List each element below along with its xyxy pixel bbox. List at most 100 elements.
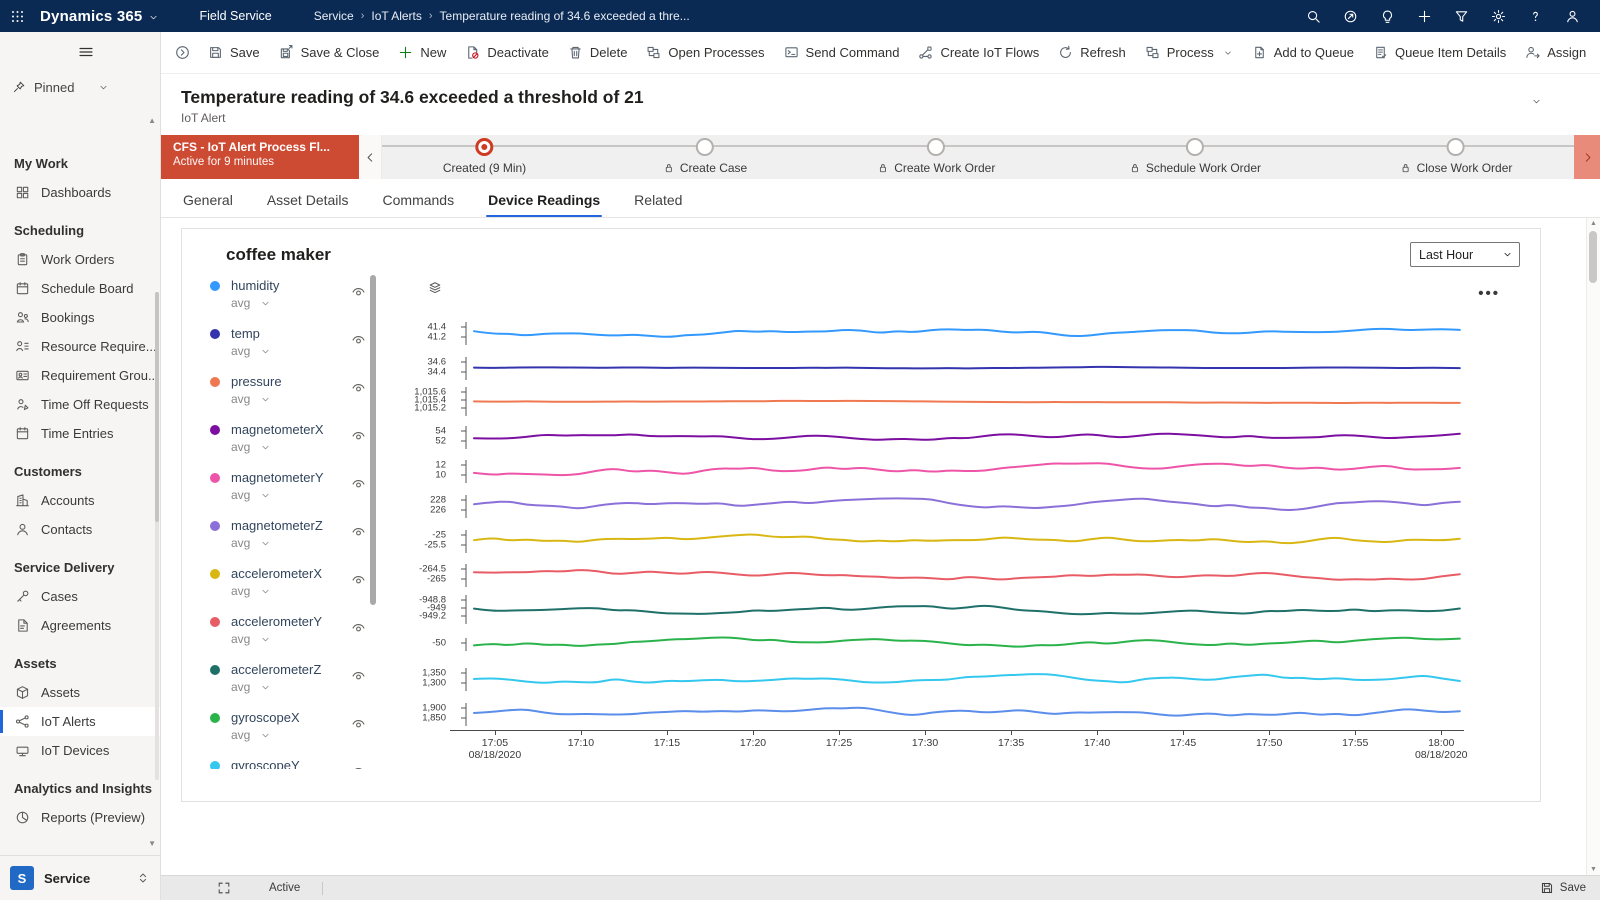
bpf-active-stage-box[interactable]: CFS - IoT Alert Process Fl... Active for… — [161, 135, 359, 179]
sidebar-pinned-row[interactable]: Pinned — [0, 72, 160, 102]
plus-icon[interactable] — [1410, 2, 1438, 30]
eye-visibility-icon[interactable] — [351, 284, 366, 299]
send-command-button[interactable]: Send Command — [775, 39, 909, 66]
app-caret-icon[interactable] — [148, 12, 159, 23]
app-launcher-waffle-icon[interactable] — [0, 0, 34, 32]
sidebar-item-cases[interactable]: Cases — [0, 582, 160, 611]
sensor-name[interactable]: gyroscopeY — [231, 757, 366, 769]
eye-visibility-icon[interactable] — [351, 764, 366, 769]
layers-icon[interactable] — [428, 281, 442, 295]
sensor-name[interactable]: pressure — [231, 373, 366, 390]
breadcrumb-item[interactable]: Service — [314, 9, 354, 23]
sensor-name[interactable]: gyroscopeX — [231, 709, 366, 726]
bulb-icon[interactable] — [1373, 2, 1401, 30]
sidebar-item-time-off-requests[interactable]: Time Off Requests — [0, 390, 160, 419]
assign-button[interactable]: Assign — [1516, 39, 1595, 66]
pinned-caret-icon[interactable] — [98, 82, 109, 93]
header-collapse-chevron-icon[interactable] — [1531, 96, 1542, 107]
sidebar-scrollbar-thumb[interactable] — [155, 292, 159, 522]
sidebar-scroll-down-arrow[interactable]: ▼ — [148, 839, 156, 848]
eye-visibility-icon[interactable] — [351, 524, 366, 539]
tab-general[interactable]: General — [181, 184, 235, 217]
gear-icon[interactable] — [1484, 2, 1512, 30]
sensor-aggregation-dropdown[interactable]: avg — [231, 488, 366, 502]
bpf-collapse-chevron[interactable] — [359, 135, 382, 179]
area-switcher[interactable]: S Service — [0, 855, 160, 900]
tab-device-readings[interactable]: Device Readings — [486, 184, 603, 217]
tab-related[interactable]: Related — [632, 184, 684, 217]
bpf-stage-close-work-order[interactable]: Close Work Order — [1400, 135, 1512, 175]
sensor-aggregation-dropdown[interactable]: avg — [231, 344, 366, 358]
bpf-active-stage-marker[interactable] — [475, 138, 494, 156]
page-scrollbar[interactable]: ▲ ▼ — [1586, 218, 1600, 875]
area-switcher-updown-icon[interactable] — [136, 871, 150, 885]
sidebar-item-bookings[interactable]: Bookings — [0, 303, 160, 332]
add-to-queue-button[interactable]: Add to Queue — [1243, 39, 1363, 66]
sensor-name[interactable]: accelerometerX — [231, 565, 366, 582]
eye-visibility-icon[interactable] — [351, 716, 366, 731]
breadcrumb-item[interactable]: IoT Alerts — [371, 9, 421, 23]
breadcrumb-item[interactable]: Temperature reading of 34.6 exceeded a t… — [440, 9, 690, 23]
eye-visibility-icon[interactable] — [351, 620, 366, 635]
tab-commands[interactable]: Commands — [381, 184, 457, 217]
eye-visibility-icon[interactable] — [351, 668, 366, 683]
footer-save-button[interactable]: Save — [1540, 881, 1586, 895]
sensor-aggregation-dropdown[interactable]: avg — [231, 536, 366, 550]
sidebar-item-requirement-grou-[interactable]: Requirement Grou... — [0, 361, 160, 390]
person-icon[interactable] — [1558, 2, 1586, 30]
footer-expand-icon[interactable] — [217, 881, 231, 895]
sidebar-scroll-up-arrow[interactable]: ▲ — [148, 116, 156, 125]
sidebar-item-schedule-board[interactable]: Schedule Board — [0, 274, 160, 303]
sensor-name[interactable]: temp — [231, 325, 366, 342]
sidebar-item-iot-alerts[interactable]: IoT Alerts — [0, 707, 160, 736]
save-close-button[interactable]: Save & Close — [270, 39, 389, 66]
queue-item-details-button[interactable]: Queue Item Details — [1364, 39, 1515, 66]
sidebar-item-time-entries[interactable]: Time Entries — [0, 419, 160, 448]
chart-more-menu[interactable]: ••• — [1478, 285, 1500, 302]
delete-button[interactable]: Delete — [559, 39, 637, 66]
bpf-stage-schedule-work-order[interactable]: Schedule Work Order — [1129, 135, 1261, 175]
create-iot-flows-button[interactable]: Create IoT Flows — [909, 39, 1048, 66]
sidebar-item-resource-require-[interactable]: Resource Require... — [0, 332, 160, 361]
eye-visibility-icon[interactable] — [351, 428, 366, 443]
time-range-select[interactable]: Last Hour — [1410, 242, 1520, 267]
bpf-next-stage-chevron[interactable] — [1574, 135, 1600, 179]
process-button[interactable]: Process — [1136, 39, 1242, 66]
sensor-list-scrollbar-thumb[interactable] — [370, 275, 376, 605]
new-button[interactable]: New — [389, 39, 455, 66]
bpf-stage-marker[interactable] — [1185, 138, 1204, 156]
sidebar-item-contacts[interactable]: Contacts — [0, 515, 160, 544]
sensor-aggregation-dropdown[interactable]: avg — [231, 728, 366, 742]
page-scrollbar-thumb[interactable] — [1589, 231, 1597, 283]
sitemap-hamburger-icon[interactable] — [0, 32, 160, 72]
sidebar-item-accounts[interactable]: Accounts — [0, 486, 160, 515]
sidebar-item-assets[interactable]: Assets — [0, 678, 160, 707]
sensor-name[interactable]: accelerometerZ — [231, 661, 366, 678]
bpf-stage-marker[interactable] — [1446, 138, 1465, 156]
sensor-aggregation-dropdown[interactable]: avg — [231, 584, 366, 598]
deactivate-button[interactable]: Deactivate — [456, 39, 557, 66]
sensor-aggregation-dropdown[interactable]: avg — [231, 632, 366, 646]
search-icon[interactable] — [1299, 2, 1327, 30]
sidebar-item-iot-devices[interactable]: IoT Devices — [0, 736, 160, 765]
sensor-name[interactable]: magnetometerX — [231, 421, 366, 438]
funnel-icon[interactable] — [1447, 2, 1475, 30]
insights-icon[interactable] — [1336, 2, 1364, 30]
commandbar-overflow-button[interactable]: ⋮ — [1596, 40, 1600, 66]
open-processes-button[interactable]: Open Processes — [637, 39, 773, 66]
environment-name[interactable]: Field Service — [199, 9, 271, 23]
commandbar-expand-icon[interactable] — [167, 39, 198, 66]
bpf-stage-create-case[interactable]: Create Case — [663, 135, 747, 175]
save-button[interactable]: Save — [199, 39, 269, 66]
eye-visibility-icon[interactable] — [351, 476, 366, 491]
sidebar-item-dashboards[interactable]: Dashboards — [0, 178, 160, 207]
page-scroll-up-arrow[interactable]: ▲ — [1587, 220, 1600, 227]
refresh-button[interactable]: Refresh — [1049, 39, 1135, 66]
bpf-stage-created-9-min-[interactable]: Created (9 Min) — [443, 135, 526, 175]
tab-asset-details[interactable]: Asset Details — [265, 184, 351, 217]
sensor-name[interactable]: humidity — [231, 277, 366, 294]
help-icon[interactable] — [1521, 2, 1549, 30]
sensor-aggregation-dropdown[interactable]: avg — [231, 680, 366, 694]
page-scroll-down-arrow[interactable]: ▼ — [1587, 866, 1600, 873]
bpf-stage-marker[interactable] — [696, 138, 715, 156]
